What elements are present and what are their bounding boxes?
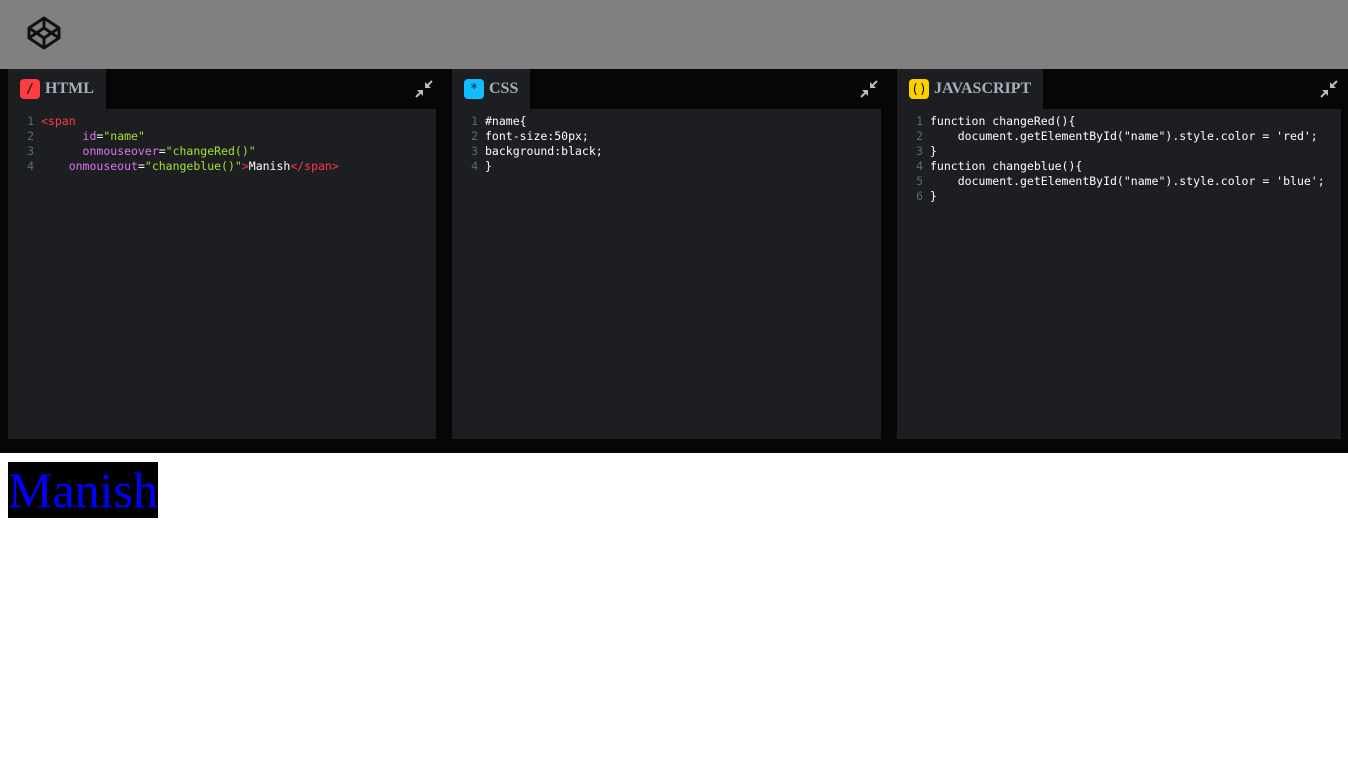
js-badge-icon: () — [909, 79, 929, 99]
html-badge-icon: / — [20, 79, 40, 99]
css-collapse-icon[interactable] — [859, 79, 879, 99]
code-token: } — [930, 189, 937, 203]
code-line: 4 function changeblue(){ — [897, 159, 1341, 174]
code-line: 4} — [452, 159, 881, 174]
code-token: document.getElementById("name").style.co… — [930, 174, 1325, 188]
code-token: </span> — [290, 159, 339, 173]
css-badge-icon: * — [464, 79, 484, 99]
line-number: 2 — [916, 129, 923, 143]
code-token: font-size:50px; — [485, 129, 589, 143]
code-token: document.getElementById("name").style.co… — [930, 129, 1318, 143]
code-token: = — [96, 129, 104, 143]
code-token: = — [158, 144, 166, 158]
html-code-area[interactable]: 1 <span 2 id = "name" 3 onmouseover = "changeRe… — [8, 109, 436, 439]
line-number: 2 — [471, 129, 478, 143]
code-token: = — [137, 159, 145, 173]
line-number: 3 — [916, 144, 923, 158]
js-code-area[interactable]: 1 function changeRed(){2 document.getElem… — [897, 109, 1341, 439]
line-number: 5 — [916, 174, 923, 188]
code-token: id — [82, 129, 97, 143]
css-editor-tab[interactable]: * CSS — [452, 69, 531, 109]
code-token: } — [930, 144, 937, 158]
code-token: onmouseout — [68, 159, 138, 173]
js-editor-title: JAVASCRIPT — [934, 80, 1032, 97]
line-number: 6 — [916, 189, 923, 203]
codepen-logo-icon[interactable] — [26, 15, 62, 51]
js-editor-tab[interactable]: () JAVASCRIPT — [897, 69, 1044, 109]
code-line: 1 function changeRed(){ — [897, 114, 1341, 129]
code-line: 3 background:black; — [452, 144, 881, 159]
line-number: 4 — [471, 159, 478, 173]
code-line: 1 <span — [8, 114, 436, 129]
code-token: > — [241, 159, 249, 173]
line-number: 1 — [471, 114, 478, 128]
js-collapse-icon[interactable] — [1319, 79, 1339, 99]
code-token: "changeRed()" — [165, 144, 256, 158]
line-number: 1 — [27, 114, 34, 128]
code-token: #name{ — [485, 114, 527, 128]
css-editor-title: CSS — [489, 80, 519, 97]
code-line: 4 onmouseout = "changeblue()" > Manish </span… — [8, 159, 436, 174]
top-bar — [0, 0, 1348, 69]
code-token: } — [485, 159, 492, 173]
code-line: 3} — [897, 144, 1341, 159]
code-token: "name" — [103, 129, 145, 143]
code-token: function changeRed(){ — [930, 114, 1076, 128]
line-number: 4 — [916, 159, 923, 173]
code-token: function changeblue(){ — [930, 159, 1083, 173]
code-line: 6} — [897, 189, 1341, 204]
code-token: <span — [41, 114, 76, 128]
line-number: 4 — [27, 159, 34, 173]
code-line: 1 #name{ — [452, 114, 881, 129]
code-line: 5 document.getElementById("name").style.… — [897, 174, 1341, 189]
code-token: Manish — [248, 159, 291, 173]
css-code-area[interactable]: 1 #name{ 2 font-size:50px; 3 background:black… — [452, 109, 881, 439]
code-token: onmouseover — [82, 144, 159, 158]
line-number: 2 — [27, 129, 34, 143]
code-line: 2 font-size:50px; — [452, 129, 881, 144]
code-token: "changeblue()" — [144, 159, 242, 173]
html-editor-title: HTML — [45, 80, 94, 97]
line-number: 3 — [27, 144, 34, 158]
html-editor-tab[interactable]: / HTML — [8, 69, 106, 109]
html-collapse-icon[interactable] — [414, 79, 434, 99]
line-number: 1 — [916, 114, 923, 128]
code-line: 2 document.getElementById("name").style.… — [897, 129, 1341, 144]
code-line: 3 onmouseover = "changeRed()" — [8, 144, 436, 159]
code-token: background:black; — [485, 144, 603, 158]
editor-area: / HTML 1 <span 2 id = "name" 3 onmouseover = "c… — [0, 69, 1348, 453]
code-line: 2 id = "name" — [8, 129, 436, 144]
preview-name-span[interactable]: Manish — [8, 462, 158, 518]
line-number: 3 — [471, 144, 478, 158]
